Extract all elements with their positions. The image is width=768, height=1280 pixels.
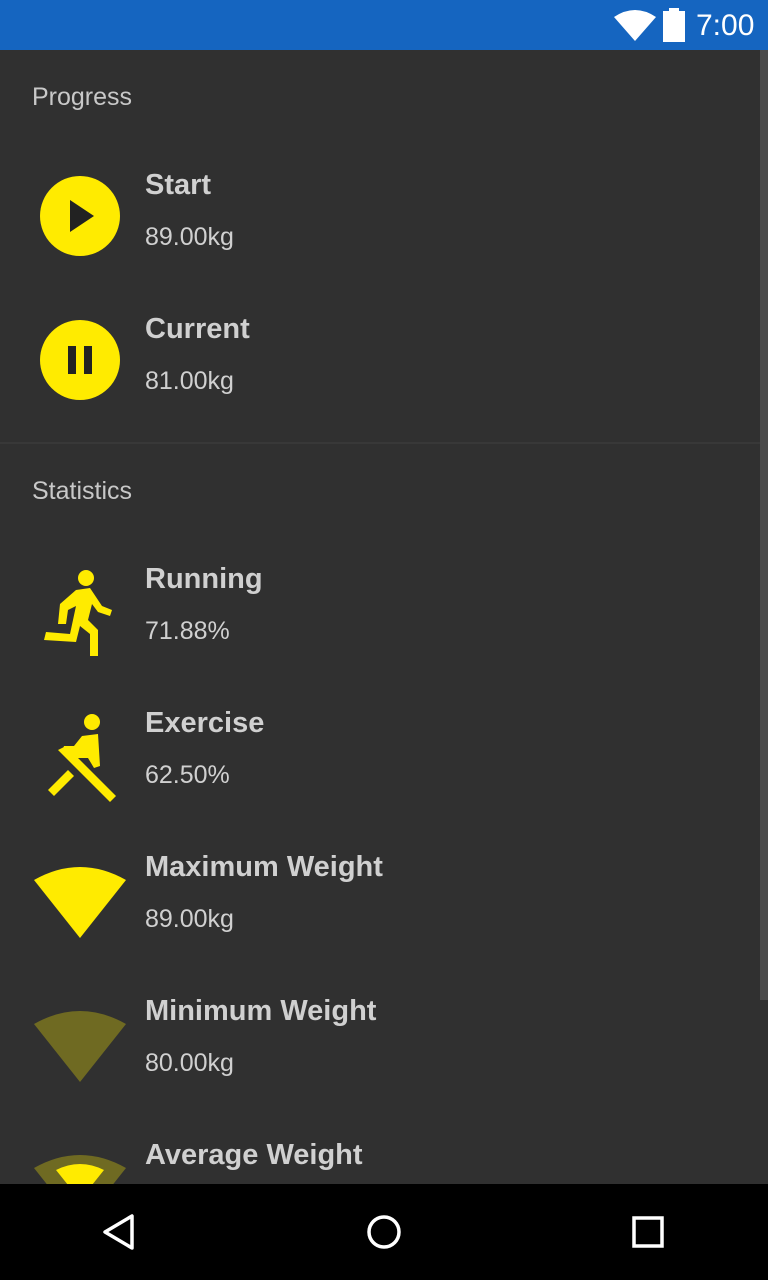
content-list[interactable]: Progress Start 89.00kg Current 81.00kg S… <box>0 50 768 1184</box>
list-item-current[interactable]: Current 81.00kg <box>0 290 760 434</box>
list-item-running[interactable]: Running 71.88% <box>0 540 760 684</box>
list-item-value: 71.88% <box>145 617 230 645</box>
pause-icon <box>40 320 120 400</box>
list-item-average-weight[interactable]: Average Weight <box>0 1116 760 1184</box>
list-item-title: Running <box>145 563 263 595</box>
list-item-title: Minimum Weight <box>145 995 377 1027</box>
list-item-title: Current <box>145 313 250 345</box>
list-item-title: Start <box>145 169 212 201</box>
list-item-value: 81.00kg <box>145 367 234 395</box>
list-item-minimum-weight[interactable]: Minimum Weight 80.00kg <box>0 972 760 1116</box>
navigation-bar <box>0 1184 768 1280</box>
list-item-maximum-weight[interactable]: Maximum Weight 89.00kg <box>0 828 760 972</box>
list-item-value: 89.00kg <box>145 905 234 933</box>
list-item-title: Average Weight <box>145 1139 363 1171</box>
running-icon <box>44 570 112 656</box>
battery-icon <box>663 8 685 42</box>
list-item-title: Exercise <box>145 707 265 739</box>
section-divider <box>0 442 760 444</box>
list-item-value: 89.00kg <box>145 223 234 251</box>
status-bar: 7:00 <box>0 0 768 50</box>
average-weight-icon <box>34 1155 126 1184</box>
scrollbar[interactable] <box>760 50 768 1000</box>
minimum-weight-icon <box>34 1011 126 1082</box>
maximum-weight-icon <box>34 867 126 938</box>
list-item-exercise[interactable]: Exercise 62.50% <box>0 684 760 828</box>
play-icon <box>40 176 120 256</box>
list-item-start[interactable]: Start 89.00kg <box>0 146 760 290</box>
exercise-icon <box>48 714 116 802</box>
recents-icon[interactable] <box>624 1208 672 1256</box>
progress-section-header: Progress <box>32 83 133 111</box>
list-item-title: Maximum Weight <box>145 851 383 883</box>
wifi-icon <box>614 10 656 41</box>
status-clock: 7:00 <box>696 9 755 42</box>
home-icon[interactable] <box>360 1208 408 1256</box>
statistics-section-header: Statistics <box>32 477 133 505</box>
back-icon[interactable] <box>96 1208 144 1256</box>
list-item-value: 62.50% <box>145 761 230 789</box>
list-item-value: 80.00kg <box>145 1049 234 1077</box>
